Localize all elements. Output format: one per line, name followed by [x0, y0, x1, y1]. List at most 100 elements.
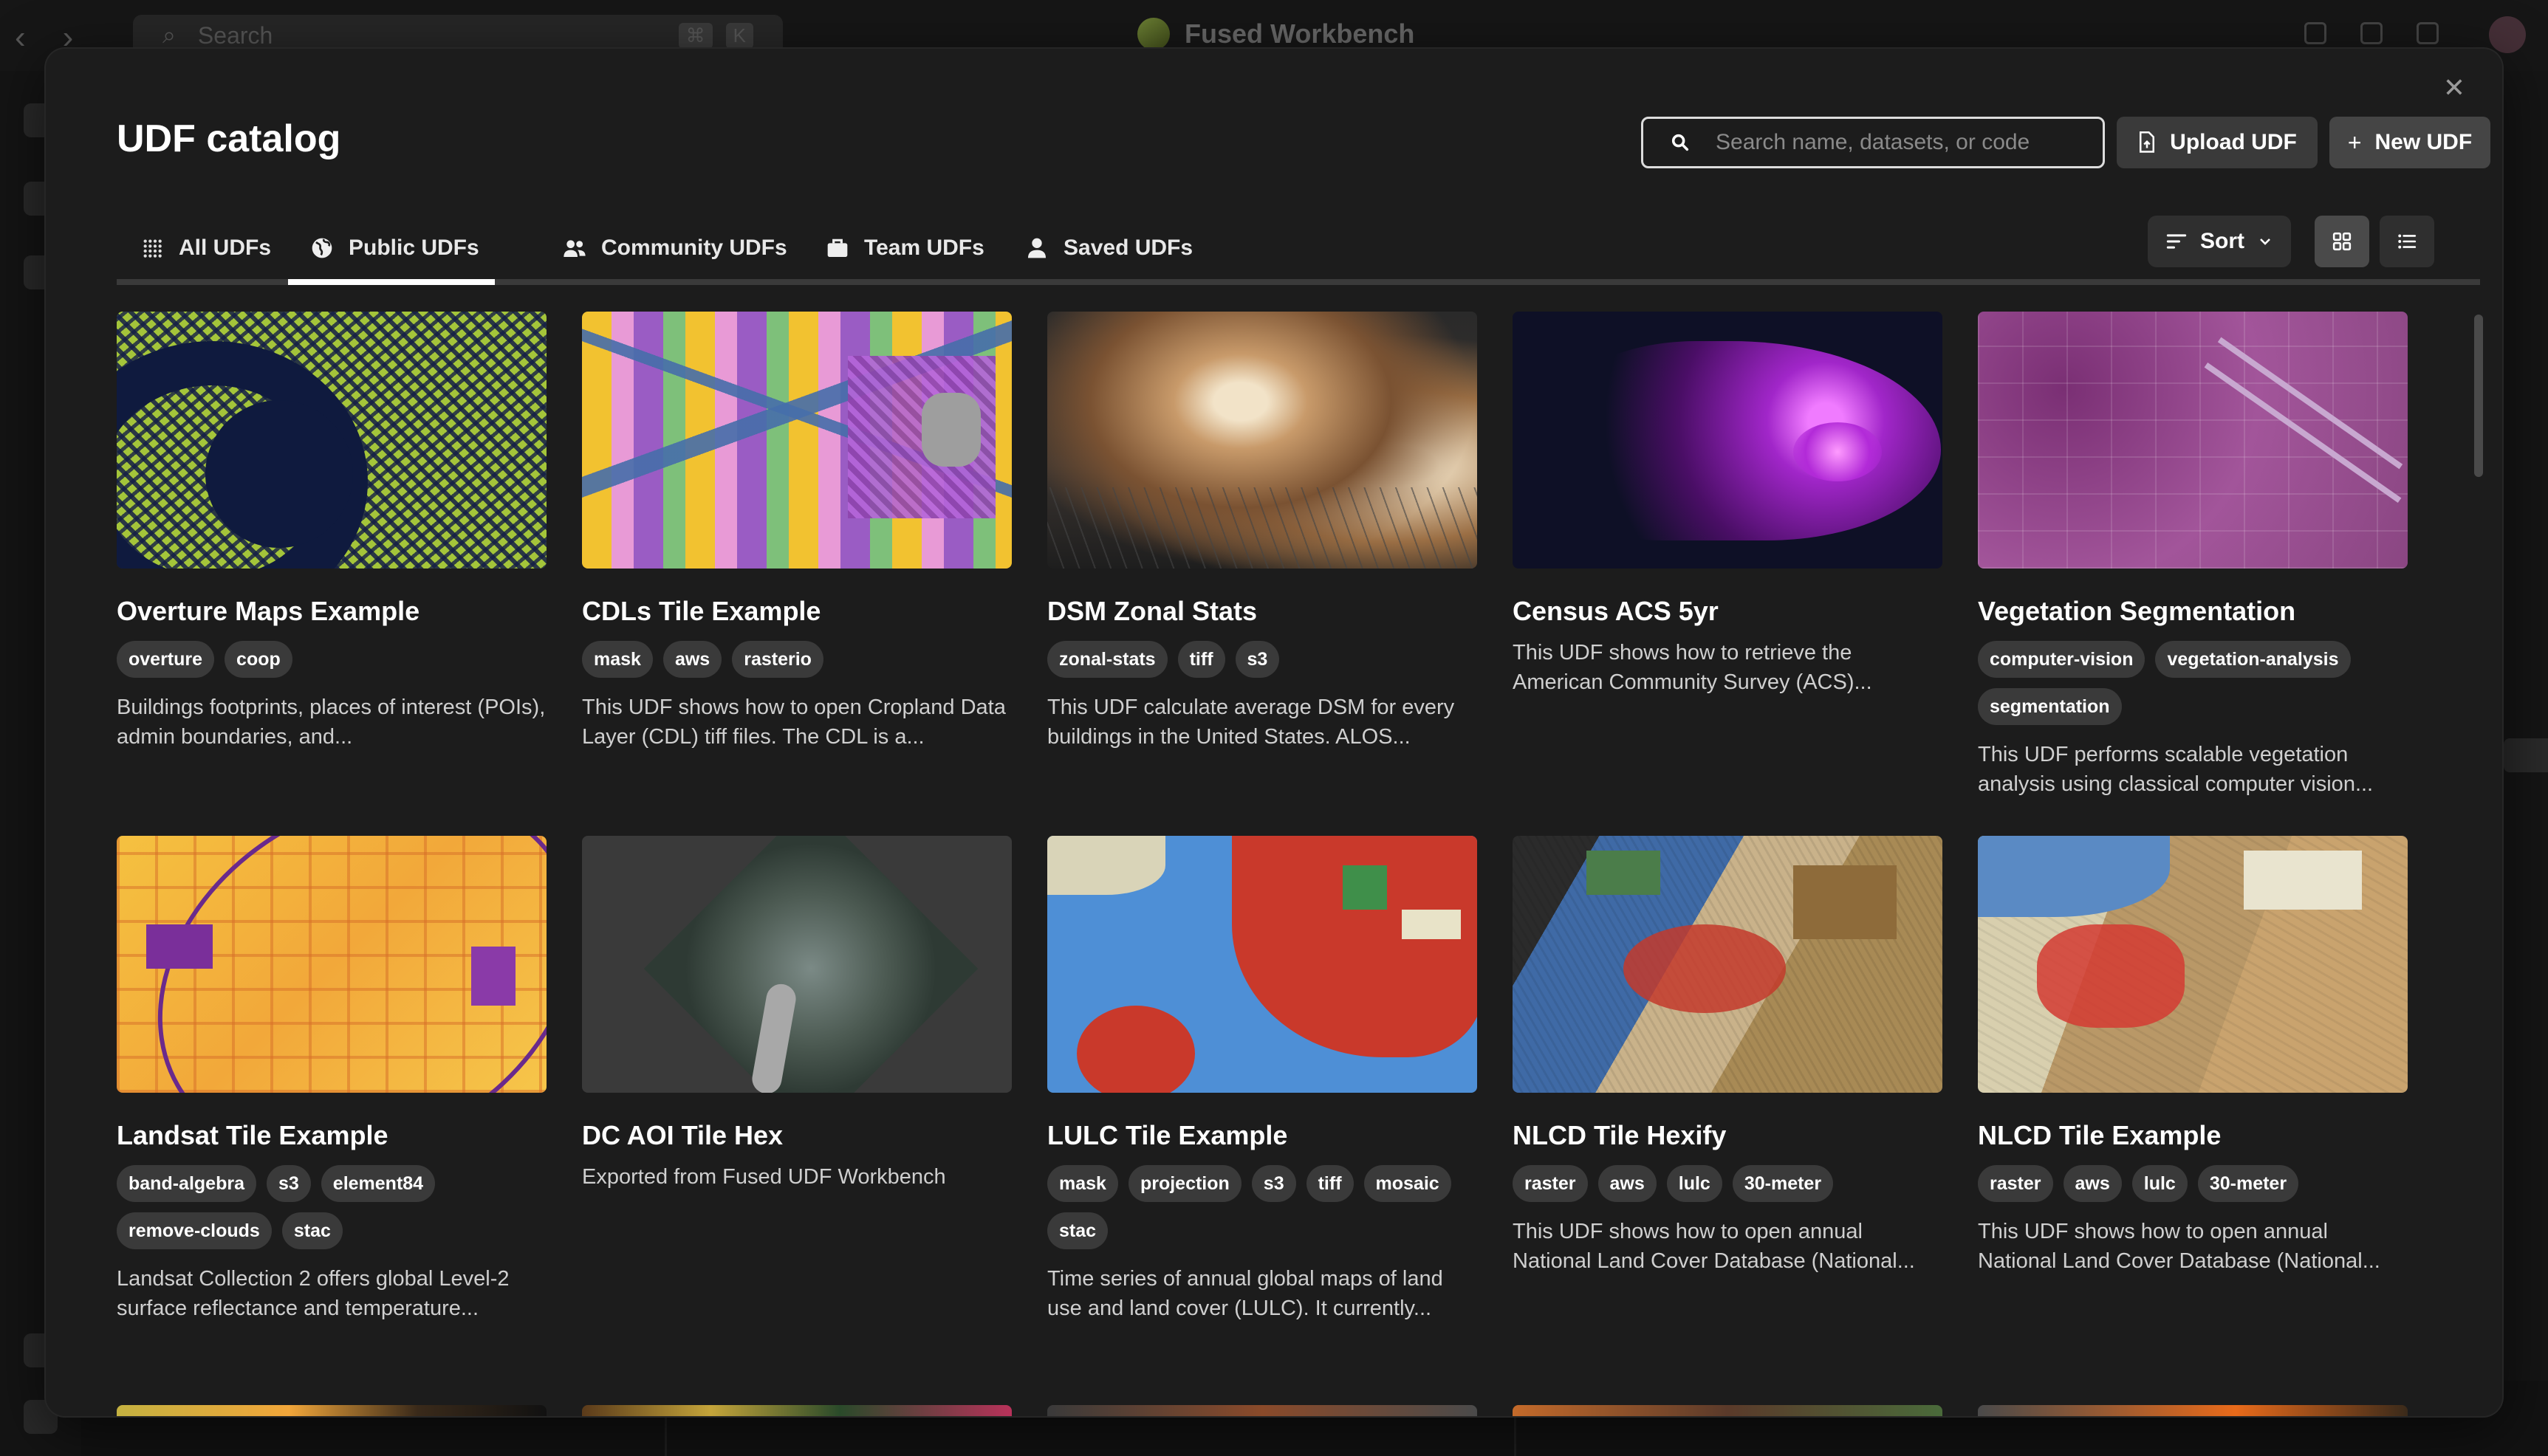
- udf-title: Landsat Tile Example: [117, 1120, 388, 1150]
- panel-center-icon[interactable]: [2360, 22, 2383, 44]
- udf-thumbnail: [582, 836, 1012, 1093]
- tag[interactable]: aws: [662, 641, 722, 678]
- udf-thumbnail: [117, 836, 547, 1093]
- search-icon: ⌕: [162, 21, 176, 48]
- tag[interactable]: s3: [266, 1165, 311, 1202]
- tag[interactable]: s3: [1235, 641, 1280, 678]
- udf-description: This UDF calculate average DSM for every…: [1047, 696, 1455, 749]
- udf-description: Buildings footprints, places of interest…: [117, 696, 546, 749]
- tag[interactable]: aws: [1597, 1165, 1657, 1202]
- app-title: Fused Workbench: [1137, 18, 1414, 50]
- tag[interactable]: remove-clouds: [117, 1212, 272, 1249]
- panel-left-icon[interactable]: [2304, 22, 2326, 44]
- tab-community-udfs[interactable]: Community UDFs: [563, 226, 787, 270]
- tag[interactable]: stac: [1047, 1212, 1109, 1249]
- udf-card[interactable]: Vegetation Segmentation computer-vision …: [1978, 312, 2408, 799]
- udf-description: Time series of annual global maps of lan…: [1047, 1267, 1443, 1320]
- tag[interactable]: overture: [117, 641, 215, 678]
- udf-thumbnail: [1513, 312, 1942, 569]
- udf-card[interactable]: LULC Tile Example mask projection s3 tif…: [1047, 836, 1477, 1323]
- tag[interactable]: segmentation: [1978, 688, 2122, 725]
- udf-description: This UDF shows how to open annual Nation…: [1513, 1220, 1915, 1273]
- tag[interactable]: element84: [321, 1165, 436, 1202]
- catalog-search[interactable]: [1641, 117, 2105, 168]
- tag-list: mask projection s3 tiff mosaic stac: [1047, 1165, 1477, 1249]
- grid-view-button[interactable]: [2315, 216, 2369, 267]
- tag[interactable]: mask: [1047, 1165, 1118, 1202]
- udf-thumbnail: [1978, 312, 2408, 569]
- udf-title: LULC Tile Example: [1047, 1120, 1288, 1150]
- right-panel: [2504, 71, 2548, 1400]
- tag[interactable]: zonal-stats: [1047, 641, 1168, 678]
- tag[interactable]: mosaic: [1363, 1165, 1451, 1202]
- udf-card[interactable]: NLCD Tile Example raster aws lulc 30-met…: [1978, 836, 2408, 1276]
- udf-card[interactable]: Census ACS 5yr This UDF shows how to ret…: [1513, 312, 1942, 697]
- udf-title: DSM Zonal Stats: [1047, 596, 1258, 626]
- page-title: UDF catalog: [117, 117, 341, 160]
- back-arrow-icon[interactable]: ‹: [15, 19, 26, 56]
- avatar[interactable]: [2489, 16, 2526, 53]
- tag[interactable]: 30-meter: [2197, 1165, 2299, 1202]
- udf-thumbnail: [1047, 836, 1477, 1093]
- search-input[interactable]: [1716, 130, 2070, 155]
- tag[interactable]: rasterio: [732, 641, 823, 678]
- panel-right-icon[interactable]: [2417, 22, 2439, 44]
- tag[interactable]: mask: [582, 641, 653, 678]
- tag[interactable]: band-algebra: [117, 1165, 256, 1202]
- udf-card[interactable]: Landsat Tile Example band-algebra s3 ele…: [117, 836, 547, 1323]
- tag[interactable]: 30-meter: [1732, 1165, 1834, 1202]
- tag[interactable]: raster: [1513, 1165, 1588, 1202]
- tab-team-udfs[interactable]: Team UDFs: [826, 226, 984, 270]
- udf-thumbnail: [582, 1405, 1012, 1416]
- close-button[interactable]: ✕: [2436, 69, 2473, 106]
- tab-label: Saved UDFs: [1064, 236, 1193, 260]
- udf-thumbnail: [1047, 312, 1477, 569]
- globe-icon: [312, 238, 332, 258]
- udf-card[interactable]: NLCD Tile Hexify raster aws lulc 30-mete…: [1513, 836, 1942, 1276]
- layout-controls: [2304, 22, 2439, 44]
- udf-title: Vegetation Segmentation: [1978, 596, 2296, 626]
- udf-description: This UDF shows how to open Cropland Data…: [582, 696, 1006, 749]
- udf-card[interactable]: DC AOI Tile Hex Exported from Fused UDF …: [582, 836, 1012, 1192]
- sort-button[interactable]: Sort: [2148, 216, 2291, 267]
- udf-title: NLCD Tile Example: [1978, 1120, 2222, 1150]
- tag[interactable]: tiff: [1177, 641, 1225, 678]
- tag[interactable]: lulc: [2131, 1165, 2188, 1202]
- tag[interactable]: stac: [281, 1212, 343, 1249]
- udf-thumbnail: [1978, 836, 2408, 1093]
- chevron-down-icon: [2260, 238, 2270, 245]
- udf-description: Exported from Fused UDF Workbench: [582, 1165, 946, 1189]
- grid-scrollbar[interactable]: [2474, 315, 2483, 477]
- tag-list: computer-vision vegetation-analysis segm…: [1978, 641, 2408, 725]
- new-udf-button[interactable]: + New UDF: [2329, 117, 2490, 168]
- tag[interactable]: lulc: [1666, 1165, 1722, 1202]
- tag[interactable]: aws: [2063, 1165, 2122, 1202]
- keyboard-shortcut: ⌘ K: [678, 22, 753, 49]
- udf-card[interactable]: Overture Maps Example overture coop Buil…: [117, 312, 547, 752]
- tag[interactable]: s3: [1251, 1165, 1296, 1202]
- udf-thumbnail: [1978, 1405, 2408, 1416]
- sort-lines-icon: [2166, 234, 2187, 249]
- udf-title: CDLs Tile Example: [582, 596, 821, 626]
- udf-description: This UDF performs scalable vegetation an…: [1978, 743, 2374, 796]
- close-icon: ✕: [2442, 72, 2466, 103]
- app-search-placeholder: Search: [197, 21, 273, 49]
- tag[interactable]: vegetation-analysis: [2155, 641, 2351, 678]
- tag[interactable]: projection: [1128, 1165, 1242, 1202]
- tab-all-udfs[interactable]: All UDFs: [140, 226, 271, 270]
- search-icon: [1671, 134, 1689, 151]
- tab-public-udfs[interactable]: Public UDFs: [310, 226, 479, 270]
- udf-thumbnail: [1513, 1405, 1942, 1416]
- tag[interactable]: tiff: [1306, 1165, 1354, 1202]
- tag[interactable]: computer-vision: [1978, 641, 2145, 678]
- udf-card[interactable]: CDLs Tile Example mask aws rasterio This…: [582, 312, 1012, 752]
- upload-udf-button[interactable]: Upload UDF: [2117, 117, 2318, 168]
- udf-card[interactable]: DSM Zonal Stats zonal-stats tiff s3 This…: [1047, 312, 1477, 752]
- tab-label: Public UDFs: [349, 236, 479, 260]
- list-view-button[interactable]: [2380, 216, 2434, 267]
- grid-view-icon: [2332, 232, 2352, 251]
- tag[interactable]: raster: [1978, 1165, 2053, 1202]
- tab-label: Team UDFs: [864, 236, 984, 260]
- tag[interactable]: coop: [225, 641, 292, 678]
- tab-saved-udfs[interactable]: Saved UDFs: [1025, 226, 1193, 270]
